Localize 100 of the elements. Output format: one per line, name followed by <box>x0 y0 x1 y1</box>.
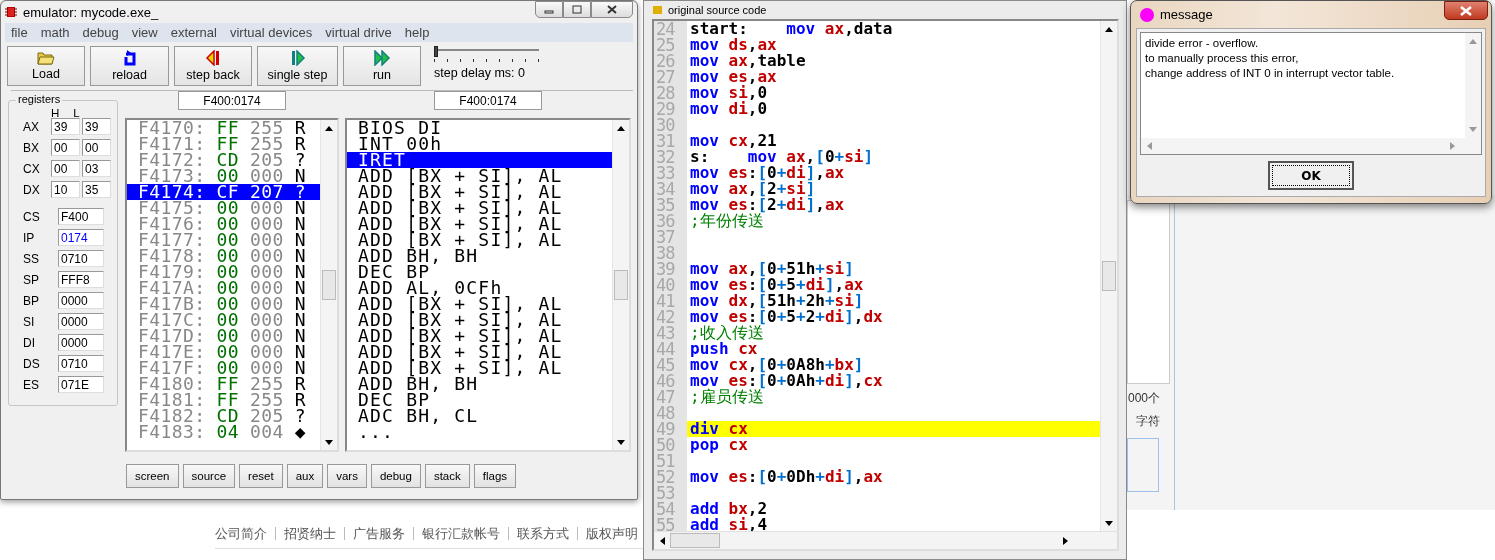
disassembly-row[interactable]: ADD [BX + SI], AL <box>347 184 612 200</box>
panel-button[interactable]: debug <box>370 464 421 488</box>
arrow-down-icon[interactable] <box>1105 520 1113 526</box>
register-field[interactable]: 0710 <box>58 250 104 267</box>
register-field[interactable]: 0710 <box>58 355 104 372</box>
scrollbar-thumb[interactable] <box>614 270 628 300</box>
disassembly-row[interactable]: ... <box>347 424 612 440</box>
toolbar-button[interactable]: run <box>343 46 421 86</box>
register-field[interactable]: 0000 <box>58 313 104 330</box>
disassembly-row[interactable]: DEC BP <box>347 392 612 408</box>
memory-row[interactable]: F4174: CF 207 ? <box>127 184 320 200</box>
menu-item[interactable]: file <box>11 25 35 40</box>
register-field[interactable]: 0000 <box>58 334 104 351</box>
disassembly-row[interactable]: IRET <box>347 152 612 168</box>
input-field[interactable] <box>1127 438 1159 492</box>
register-field[interactable]: 071E <box>58 376 104 393</box>
text-area[interactable] <box>1127 200 1170 384</box>
toolbar-button[interactable]: single step <box>257 46 338 86</box>
memory-row[interactable]: F4178: 00 000 N <box>127 248 320 264</box>
address-field[interactable]: F400:0174 <box>434 91 542 110</box>
panel-button[interactable]: aux <box>286 464 324 488</box>
footer-link[interactable]: 公司简介 <box>215 527 275 540</box>
disassembly-row[interactable]: ADD [BX + SI], AL <box>347 216 612 232</box>
footer-link[interactable]: 广告服务 <box>344 527 413 540</box>
disassembly-row[interactable]: ADD [BX + SI], AL <box>347 232 612 248</box>
menu-item[interactable]: math <box>40 25 77 40</box>
memory-row[interactable]: F4176: 00 000 N <box>127 216 320 232</box>
disassembly-row[interactable]: ADD AL, 0CFh <box>347 280 612 296</box>
toolbar-button[interactable]: Load <box>7 46 85 86</box>
register-field[interactable]: 00 <box>51 139 80 156</box>
memory-row[interactable]: F4170: FF 255 R <box>127 120 320 136</box>
menu-item[interactable]: virtual drive <box>325 25 399 40</box>
disassembly-row[interactable]: ADD [BX + SI], AL <box>347 312 612 328</box>
register-field[interactable]: 10 <box>51 181 80 198</box>
arrow-left-icon[interactable] <box>659 536 665 545</box>
scrollbar[interactable] <box>320 120 337 450</box>
toolbar-button[interactable]: reload <box>90 46 169 86</box>
arrow-up-icon[interactable] <box>617 125 625 131</box>
footer-link[interactable]: 招贤纳士 <box>275 527 344 540</box>
toolbar-button[interactable]: step back <box>174 46 252 86</box>
disassembly-row[interactable]: ADD [BX + SI], AL <box>347 296 612 312</box>
memory-row[interactable]: F417C: 00 000 N <box>127 312 320 328</box>
memory-row[interactable]: F4171: FF 255 R <box>127 136 320 152</box>
menu-item[interactable]: virtual devices <box>229 25 320 40</box>
scrollbar[interactable] <box>1100 21 1117 531</box>
memory-row[interactable]: F4175: 00 000 N <box>127 200 320 216</box>
address-field[interactable]: F400:0174 <box>178 91 286 110</box>
memory-row[interactable]: F4183: 04 004 ◆ <box>127 424 320 440</box>
menu-item[interactable]: view <box>131 25 165 40</box>
footer-link[interactable]: 联系方式 <box>508 527 577 540</box>
memory-row[interactable]: F4177: 00 000 N <box>127 232 320 248</box>
memory-row[interactable]: F417B: 00 000 N <box>127 296 320 312</box>
menu-item[interactable]: debug <box>82 25 126 40</box>
disassembly-row[interactable]: BIOS DI <box>347 120 612 136</box>
disassembly-row[interactable]: ADC BH, CL <box>347 408 612 424</box>
close-button[interactable] <box>591 1 633 18</box>
memory-row[interactable]: F417E: 00 000 N <box>127 344 320 360</box>
arrow-right-icon[interactable] <box>1062 536 1068 545</box>
scrollbar[interactable] <box>612 120 629 450</box>
menu-item[interactable]: help <box>404 25 437 40</box>
register-field[interactable]: 39 <box>51 118 80 135</box>
disassembly-row[interactable]: ADD [BX + SI], AL <box>347 168 612 184</box>
register-field[interactable]: 0174 <box>58 229 104 246</box>
scrollbar-thumb[interactable] <box>1102 261 1116 291</box>
minimize-button[interactable] <box>535 1 563 18</box>
panel-button[interactable]: vars <box>327 464 367 488</box>
memory-row[interactable]: F4172: CD 205 ? <box>127 152 320 168</box>
register-field[interactable]: 0000 <box>58 292 104 309</box>
register-field[interactable]: 03 <box>82 160 111 177</box>
footer-link[interactable]: 银行汇款帐号 <box>413 527 508 540</box>
disassembly-row[interactable]: ADD [BX + SI], AL <box>347 360 612 376</box>
disassembly-row[interactable]: INT 00h <box>347 136 612 152</box>
memory-row[interactable]: F4179: 00 000 N <box>127 264 320 280</box>
panel-button[interactable]: screen <box>126 464 179 488</box>
close-button[interactable] <box>1444 1 1488 20</box>
arrow-down-icon[interactable] <box>617 439 625 445</box>
memory-row[interactable]: F4182: CD 205 ? <box>127 408 320 424</box>
register-field[interactable]: FFF8 <box>58 271 104 288</box>
scrollbar-thumb[interactable] <box>322 270 336 300</box>
scrollbar[interactable] <box>654 531 1117 549</box>
panel-button[interactable]: source <box>182 464 236 488</box>
disassembly-row[interactable]: ADD BH, BH <box>347 248 612 264</box>
disassembly-row[interactable]: ADD [BX + SI], AL <box>347 344 612 360</box>
arrow-down-icon[interactable] <box>325 439 333 445</box>
menu-item[interactable]: external <box>170 25 224 40</box>
register-field[interactable]: 35 <box>82 181 111 198</box>
arrow-up-icon[interactable] <box>1105 26 1113 32</box>
register-field[interactable]: 00 <box>51 160 80 177</box>
memory-row[interactable]: F417A: 00 000 N <box>127 280 320 296</box>
memory-row[interactable]: F417D: 00 000 N <box>127 328 320 344</box>
memory-row[interactable]: F4180: FF 255 R <box>127 376 320 392</box>
panel-button[interactable]: stack <box>424 464 470 488</box>
disassembly-row[interactable]: ADD [BX + SI], AL <box>347 200 612 216</box>
disassembly-row[interactable]: ADD [BX + SI], AL <box>347 328 612 344</box>
maximize-button[interactable] <box>563 1 591 18</box>
register-field[interactable]: 39 <box>82 118 111 135</box>
register-field[interactable]: 00 <box>82 139 111 156</box>
disassembly-row[interactable]: ADD BH, BH <box>347 376 612 392</box>
panel-button[interactable]: reset <box>239 464 283 488</box>
scrollbar-thumb[interactable] <box>670 533 720 548</box>
